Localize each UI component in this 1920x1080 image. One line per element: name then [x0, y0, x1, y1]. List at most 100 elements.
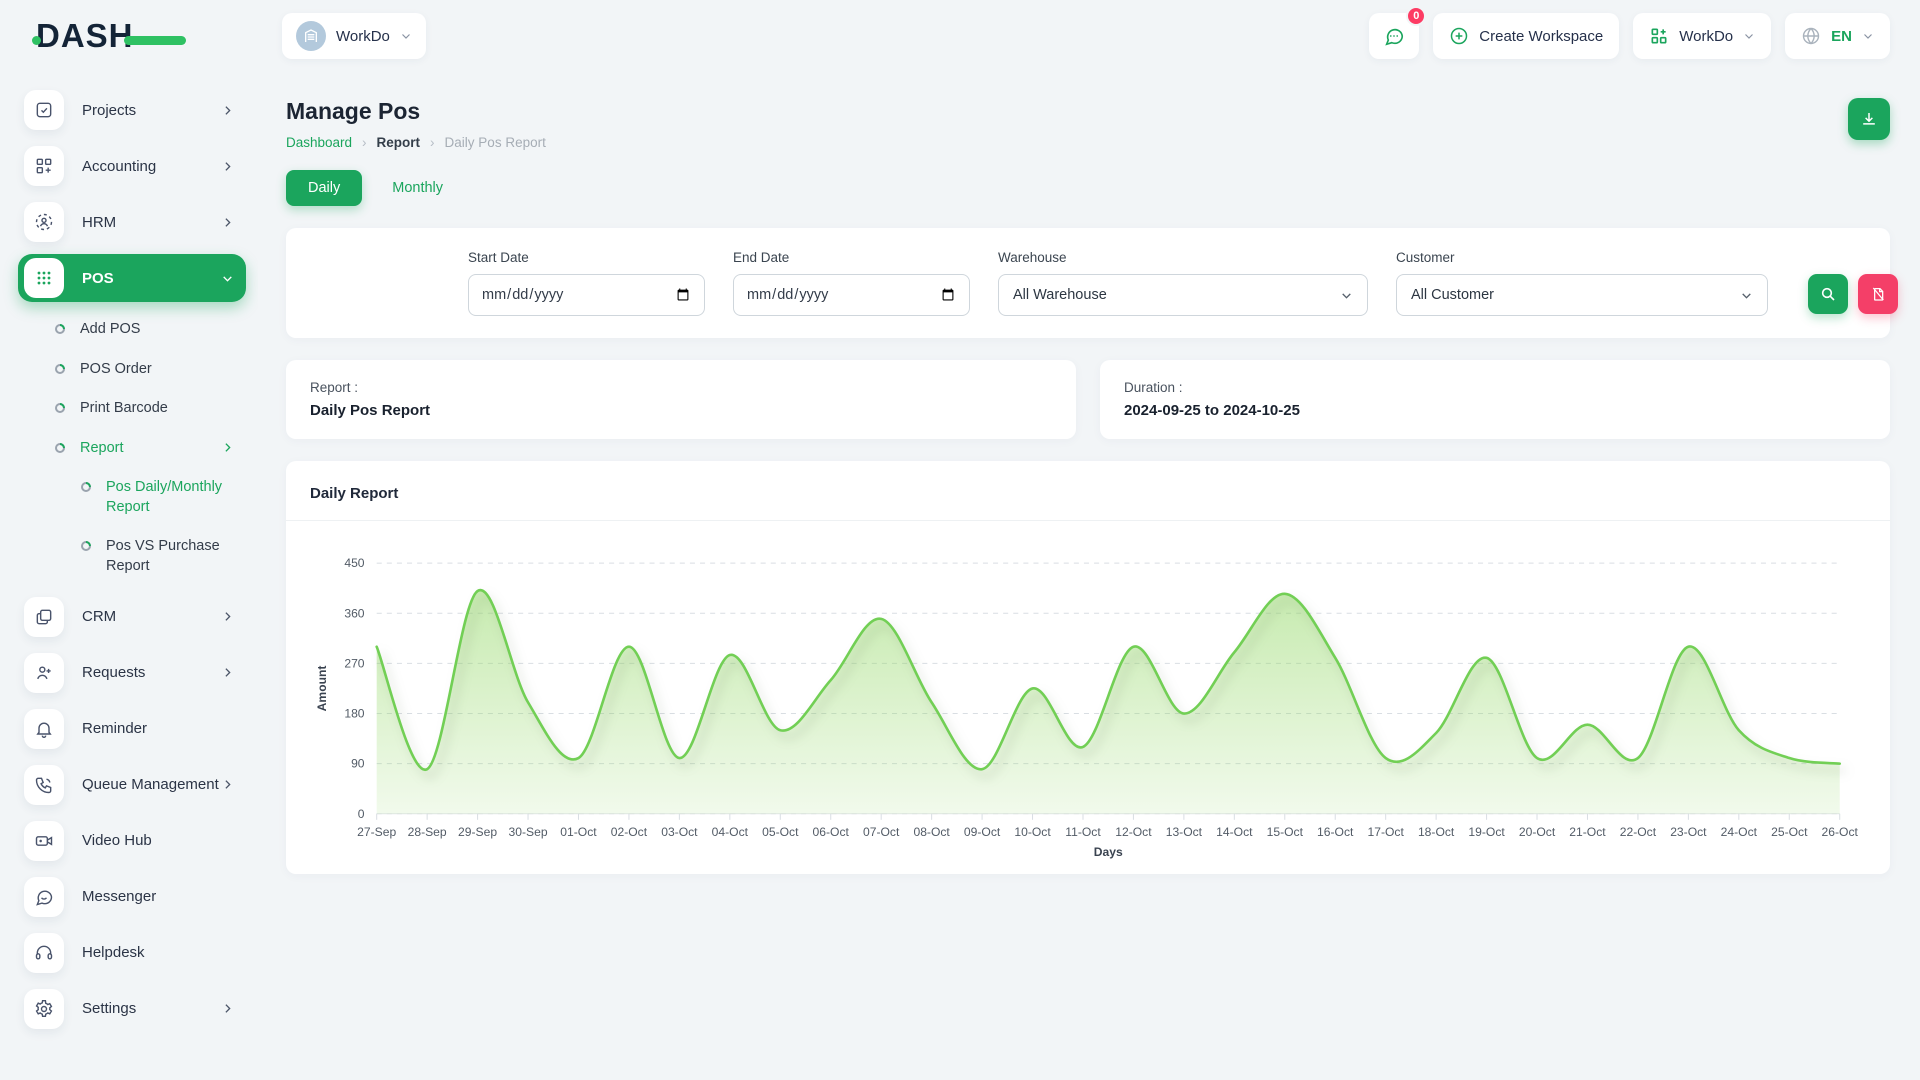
- sidebar-item-messenger[interactable]: Messenger: [18, 873, 246, 921]
- warehouse-select[interactable]: All Warehouse: [998, 274, 1368, 316]
- sidebar-item-report[interactable]: Report: [18, 429, 246, 469]
- customer-select[interactable]: All Customer: [1396, 274, 1768, 316]
- svg-text:270: 270: [344, 656, 364, 670]
- chevron-right-icon: [221, 1002, 234, 1015]
- chevron-down-icon: [1340, 289, 1353, 302]
- duration-label: Duration :: [1124, 380, 1866, 395]
- search-button[interactable]: [1808, 274, 1848, 314]
- breadcrumb: Dashboard › Report › Daily Pos Report: [286, 135, 546, 150]
- svg-text:03-Oct: 03-Oct: [661, 825, 698, 839]
- donut-bullet-icon: [54, 442, 66, 454]
- page-title: Manage Pos: [286, 98, 546, 125]
- sidebar-item-crm[interactable]: CRM: [18, 593, 246, 641]
- messages-icon: [1383, 25, 1405, 47]
- sidebar-item-accounting[interactable]: Accounting: [18, 142, 246, 190]
- breadcrumb-report: Report: [377, 135, 421, 150]
- report-summary-card: Report : Daily Pos Report: [286, 360, 1076, 439]
- chevron-down-icon: [400, 30, 412, 42]
- sidebar-item-reminder[interactable]: Reminder: [18, 705, 246, 753]
- workspace-dropdown[interactable]: WorkDo: [1633, 13, 1771, 59]
- donut-bullet-icon: [54, 363, 66, 375]
- create-workspace-button[interactable]: Create Workspace: [1433, 13, 1619, 59]
- language-globe-icon: [1801, 26, 1821, 46]
- chevron-right-icon: [221, 441, 234, 454]
- sidebar-item-requests[interactable]: Requests: [18, 649, 246, 697]
- donut-bullet-icon: [80, 540, 92, 552]
- sidebar-item-pos[interactable]: POS: [18, 254, 246, 302]
- svg-text:20-Oct: 20-Oct: [1519, 825, 1556, 839]
- sidebar-item-projects[interactable]: Projects: [18, 86, 246, 134]
- svg-text:11-Oct: 11-Oct: [1065, 825, 1101, 839]
- warehouse-selected-value: All Warehouse: [1013, 287, 1107, 303]
- sidebar-item-helpdesk[interactable]: Helpdesk: [18, 929, 246, 977]
- svg-text:27-Sep: 27-Sep: [357, 825, 396, 839]
- donut-bullet-icon: [54, 323, 66, 335]
- customer-label: Customer: [1396, 250, 1768, 265]
- dots-grid-icon: [24, 258, 64, 298]
- brand-name: DASH: [36, 17, 134, 55]
- sidebar-item-pos-vs-purchase-report[interactable]: Pos VS Purchase Report: [18, 527, 246, 586]
- building-icon: [303, 28, 319, 44]
- chat-smile-icon: [24, 877, 64, 917]
- language-selector[interactable]: EN: [1785, 13, 1890, 59]
- sidebar-item-video-hub[interactable]: Video Hub: [18, 817, 246, 865]
- sidebar-item-queue-management[interactable]: Queue Management: [18, 761, 246, 809]
- end-date-label: End Date: [733, 250, 970, 265]
- svg-text:28-Sep: 28-Sep: [408, 825, 447, 839]
- svg-text:21-Oct: 21-Oct: [1569, 825, 1606, 839]
- overlap-squares-icon: [24, 597, 64, 637]
- logo-dash-bar: [124, 36, 186, 45]
- person-plus-icon: [24, 653, 64, 693]
- chevron-down-icon: [1862, 30, 1874, 42]
- phone-call-icon: [24, 765, 64, 805]
- sidebar-item-pos-order[interactable]: POS Order: [18, 350, 246, 390]
- start-date-input[interactable]: [468, 274, 705, 316]
- end-date-input[interactable]: [733, 274, 970, 316]
- svg-text:02-Oct: 02-Oct: [611, 825, 648, 839]
- svg-text:15-Oct: 15-Oct: [1267, 825, 1304, 839]
- sidebar-item-print-barcode[interactable]: Print Barcode: [18, 389, 246, 429]
- svg-text:26-Oct: 26-Oct: [1822, 825, 1859, 839]
- chevron-right-icon: [221, 610, 234, 623]
- sidebar-item-settings[interactable]: Settings: [18, 985, 246, 1033]
- sidebar-item-pos-daily-monthly-report[interactable]: Pos Daily/Monthly Report: [18, 468, 246, 527]
- filter-actions: [1808, 274, 1898, 316]
- chevron-right-icon: [221, 104, 234, 117]
- messages-button[interactable]: 0: [1369, 13, 1419, 59]
- tab-monthly[interactable]: Monthly: [388, 170, 447, 206]
- svg-text:16-Oct: 16-Oct: [1317, 825, 1354, 839]
- svg-text:14-Oct: 14-Oct: [1216, 825, 1253, 839]
- svg-text:90: 90: [351, 757, 365, 771]
- sidebar-item-add-pos[interactable]: Add POS: [18, 310, 246, 350]
- customer-field-group: Customer All Customer: [1396, 250, 1768, 316]
- svg-text:0: 0: [358, 807, 365, 821]
- breadcrumb-separator: ›: [430, 135, 435, 150]
- breadcrumb-dashboard[interactable]: Dashboard: [286, 135, 352, 150]
- workspace-switcher[interactable]: WorkDo: [282, 13, 426, 59]
- svg-text:18-Oct: 18-Oct: [1418, 825, 1455, 839]
- chart-title: Daily Report: [286, 481, 1890, 521]
- chevron-right-icon: [221, 666, 234, 679]
- messages-badge: 0: [1406, 6, 1426, 26]
- svg-text:Amount: Amount: [315, 666, 329, 712]
- tab-daily[interactable]: Daily: [286, 170, 362, 206]
- report-label: Report :: [310, 380, 1052, 395]
- download-button[interactable]: [1848, 98, 1890, 140]
- svg-text:07-Oct: 07-Oct: [863, 825, 900, 839]
- chevron-right-icon: [221, 160, 234, 173]
- bell-icon: [24, 709, 64, 749]
- svg-text:24-Oct: 24-Oct: [1721, 825, 1758, 839]
- breadcrumb-current: Daily Pos Report: [445, 135, 546, 150]
- reset-icon: [1870, 286, 1886, 302]
- sidebar-item-hrm[interactable]: HRM: [18, 198, 246, 246]
- chevron-right-icon: [221, 778, 234, 791]
- workspace-dropdown-label: WorkDo: [1679, 28, 1733, 45]
- main-content: Manage Pos Dashboard › Report › Daily Po…: [258, 72, 1920, 1080]
- reset-filter-button[interactable]: [1858, 274, 1898, 314]
- duration-value: 2024-09-25 to 2024-10-25: [1124, 402, 1866, 419]
- workspace-name: WorkDo: [336, 28, 390, 45]
- video-camera-icon: [24, 821, 64, 861]
- breadcrumb-separator: ›: [362, 135, 367, 150]
- chart-container: 09018027036045027-Sep28-Sep29-Sep30-Sep0…: [310, 521, 1866, 860]
- brand-logo[interactable]: DASH: [36, 17, 186, 55]
